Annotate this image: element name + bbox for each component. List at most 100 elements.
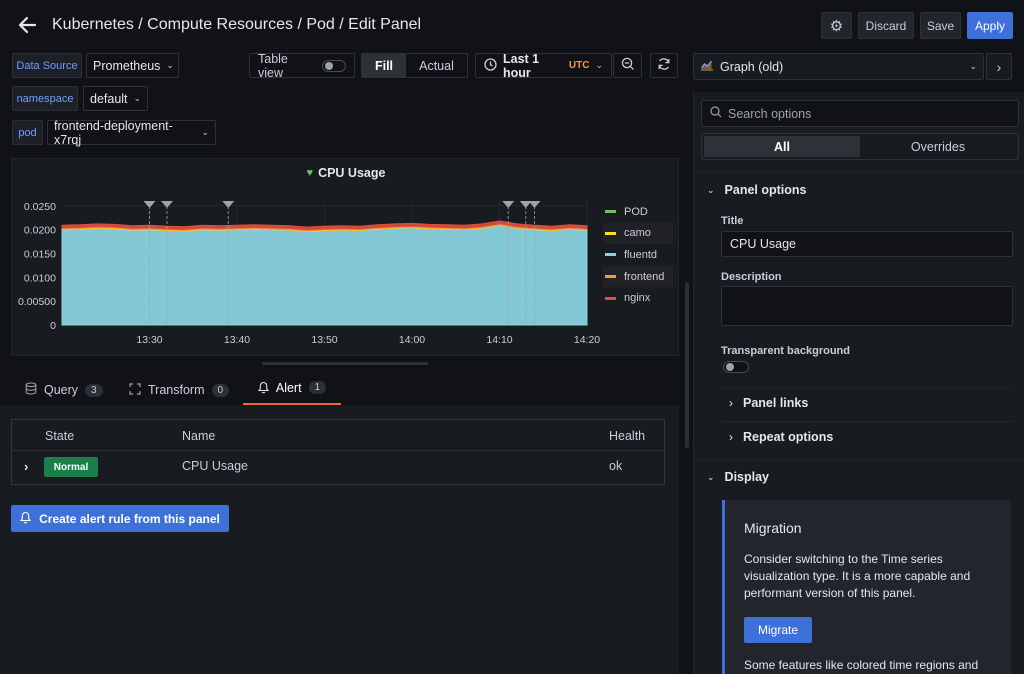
time-range-value: Last 1 hour — [503, 51, 540, 80]
zoom-out-button[interactable] — [613, 53, 642, 78]
actual-option[interactable]: Actual — [406, 54, 467, 77]
gear-icon: ⚙ — [829, 17, 844, 35]
settings-button[interactable]: ⚙ — [821, 12, 852, 39]
pod-value: frontend-deployment-x7rqj — [54, 118, 173, 147]
table-row[interactable]: › Normal CPU Usage ok — [12, 451, 664, 484]
clock-icon — [484, 57, 497, 74]
table-view-label: Table view — [258, 51, 288, 80]
time-range-picker[interactable]: Last 1 hour UTC ⌄ — [475, 51, 612, 80]
x-tick-label: 14:20 — [574, 334, 600, 346]
legend-label: frontend — [624, 270, 665, 283]
chevron-down-icon: ⌄ — [969, 61, 977, 71]
divider — [694, 172, 1024, 173]
pod-select[interactable]: frontend-deployment-x7rqj ⌄ — [47, 118, 216, 147]
chevron-down-icon: ⌄ — [707, 471, 715, 482]
chevron-right-icon: › — [996, 58, 1002, 75]
table-view-switch[interactable] — [321, 59, 346, 72]
alert-tab[interactable]: Alert 1 — [243, 380, 341, 405]
description-textarea[interactable] — [721, 286, 1013, 326]
apply-button[interactable]: Apply — [967, 12, 1013, 39]
visualization-picker[interactable]: Graph (old) ⌄ — [693, 53, 984, 80]
table-view-toggle-group[interactable]: Table view — [249, 51, 355, 80]
alert-rule-name: CPU Usage — [182, 459, 248, 473]
transparent-background-label: Transparent background — [721, 345, 850, 357]
alert-rules-table: State Name Health › Normal CPU Usage ok — [11, 419, 665, 485]
query-count-badge: 3 — [85, 383, 103, 397]
collapse-options-button[interactable]: › — [986, 53, 1012, 80]
legend-item-nginx[interactable]: nginx — [603, 287, 673, 309]
annotation-marker — [528, 201, 541, 208]
panel-container: ♥ CPU Usage 0 0.00500 0.0100 0.0150 0.0200 0.… — [11, 158, 679, 356]
transform-count-badge: 0 — [211, 383, 230, 397]
display-header[interactable]: ⌄ Display — [707, 470, 769, 484]
legend-item-frontend[interactable]: frontend — [603, 265, 673, 288]
search-placeholder: Search options — [728, 106, 812, 121]
divider — [694, 459, 1024, 460]
divider — [721, 421, 1013, 422]
search-options-input[interactable]: Search options — [701, 100, 1019, 127]
panel-links-header[interactable]: › Panel links — [729, 396, 808, 410]
create-alert-rule-label: Create alert rule from this panel — [39, 511, 220, 526]
query-tab-label: Query — [44, 383, 79, 397]
chevron-down-icon: ⌄ — [133, 93, 142, 103]
legend-label: camo — [624, 227, 651, 240]
alert-tab-label: Alert — [275, 381, 302, 395]
annotation-marker — [161, 201, 173, 208]
legend-swatch — [605, 275, 616, 279]
legend-item-pod[interactable]: POD — [603, 201, 673, 223]
y-tick-label: 0.00500 — [18, 296, 56, 308]
x-tick-label: 13:40 — [224, 334, 250, 346]
migrate-button[interactable]: Migrate — [744, 617, 812, 643]
overrides-option[interactable]: Overrides — [860, 136, 1016, 157]
discard-button[interactable]: Discard — [858, 12, 914, 39]
column-header-state: State — [45, 429, 75, 443]
variable-label-datasource: Data Source — [12, 53, 82, 78]
y-tick-label: 0.0200 — [24, 225, 56, 237]
y-tick-label: 0.0100 — [24, 272, 56, 284]
chevron-down-icon: ⌄ — [707, 184, 715, 195]
legend-item-fluentd[interactable]: fluentd — [603, 244, 673, 266]
panel-options-label: Panel options — [724, 183, 807, 197]
legend-label: nginx — [624, 292, 651, 305]
visualization-value: Graph (old) — [720, 59, 784, 74]
status-badge: Normal — [44, 457, 98, 477]
namespace-value: default — [90, 91, 128, 106]
y-tick-label: 0 — [50, 320, 56, 332]
page-title: Kubernetes / Compute Resources / Pod / E… — [52, 16, 422, 33]
y-tick-label: 0.0150 — [24, 248, 56, 260]
legend-item-camo[interactable]: camo — [603, 222, 673, 245]
panel-options-header[interactable]: ⌄ Panel options — [707, 183, 807, 197]
chevron-right-icon[interactable]: › — [24, 459, 28, 474]
fill-option[interactable]: Fill — [362, 54, 406, 77]
repeat-options-header[interactable]: › Repeat options — [729, 430, 833, 444]
alert-count-badge: 1 — [308, 381, 327, 394]
create-alert-rule-button[interactable]: Create alert rule from this panel — [11, 505, 229, 532]
chart-legend: POD camo fluentd frontend nginx — [603, 201, 673, 309]
transparent-background-switch[interactable] — [723, 361, 749, 373]
back-arrow-icon[interactable] — [16, 14, 38, 36]
x-tick-label: 14:10 — [486, 334, 512, 346]
splitter-handle[interactable] — [262, 362, 428, 365]
datasource-select[interactable]: Prometheus ⌄ — [86, 53, 179, 78]
refresh-button[interactable] — [650, 53, 678, 78]
title-input[interactable]: CPU Usage — [721, 231, 1013, 257]
x-tick-label: 13:50 — [311, 334, 337, 346]
cpu-usage-chart[interactable]: 0 0.00500 0.0100 0.0150 0.0200 0.0250 13:30 13:… — [12, 159, 680, 357]
namespace-select[interactable]: default ⌄ — [83, 86, 148, 111]
x-tick-label: 14:00 — [399, 334, 425, 346]
legend-swatch — [605, 296, 616, 300]
left-scrollbar[interactable] — [685, 282, 689, 448]
graph-icon — [700, 59, 714, 74]
series-area-fluentd — [61, 224, 588, 326]
legend-swatch — [605, 253, 616, 257]
alert-health: ok — [609, 459, 623, 473]
annotation-marker — [222, 201, 235, 208]
save-button[interactable]: Save — [920, 12, 961, 39]
query-tab[interactable]: Query 3 — [25, 380, 103, 400]
transform-tab[interactable]: Transform 0 — [129, 380, 230, 400]
divider — [721, 387, 1013, 388]
column-header-name: Name — [182, 429, 216, 443]
fill-actual-switch[interactable]: Fill Actual — [361, 53, 468, 78]
legend-label: fluentd — [624, 248, 658, 261]
all-option[interactable]: All — [704, 136, 860, 157]
